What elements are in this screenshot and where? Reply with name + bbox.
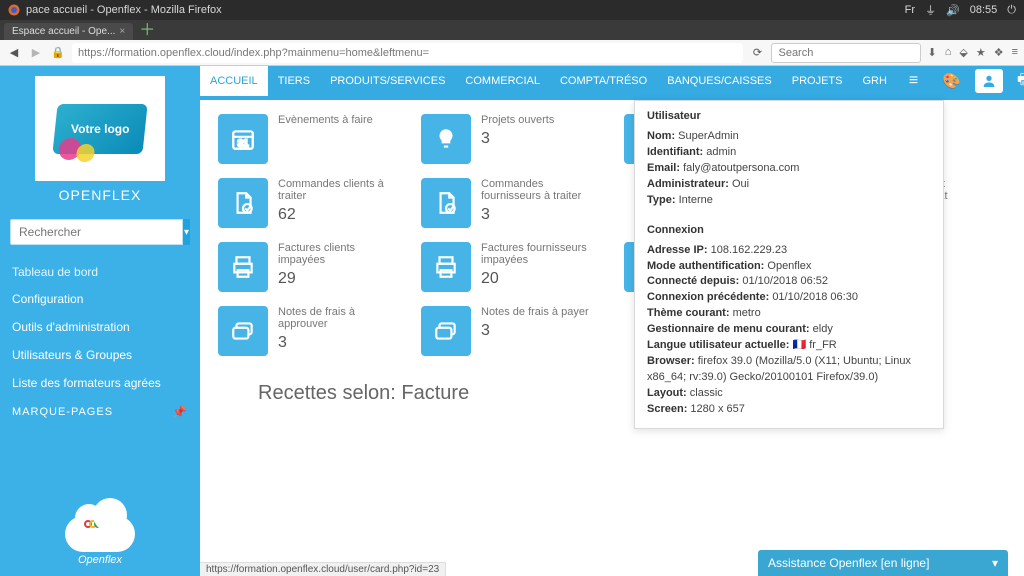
card-value: 20	[481, 270, 600, 288]
sidebar-item-users-groups[interactable]: Utilisateurs & Groupes	[0, 341, 200, 369]
lightbulb-icon	[421, 114, 471, 164]
power-icon[interactable]: ⏻	[1007, 4, 1016, 17]
nav-compta[interactable]: COMPTA/TRÉSO	[550, 66, 657, 96]
card-value: 3	[481, 322, 589, 340]
chevron-down-icon[interactable]: ▾	[992, 556, 998, 570]
assistance-label: Assistance Openflex [en ligne]	[768, 556, 929, 570]
bookmarks-icon[interactable]: ★	[976, 46, 986, 59]
card-label: Factures clients impayées	[278, 242, 397, 266]
dashboard-card[interactable]: Factures clients impayées 29	[218, 242, 397, 292]
brand-name: OPENFLEX	[0, 187, 200, 203]
logo[interactable]: Votre logo	[35, 76, 165, 181]
assistance-bar[interactable]: Assistance Openflex [en ligne] ▾	[758, 550, 1008, 576]
pin-icon[interactable]: 📌	[172, 405, 188, 419]
pocket-icon[interactable]: ⬙	[959, 46, 967, 59]
card-label: Commandes clients à traiter	[278, 178, 397, 202]
home-icon[interactable]: ⌂	[945, 46, 952, 59]
sidebar-section-dashboard[interactable]: Tableau de bord	[0, 259, 200, 285]
print-icon[interactable]: 🖶	[1017, 69, 1024, 94]
popover-user-heading: Utilisateur	[647, 109, 931, 125]
sidebar: Votre logo OPENFLEX ▾ Tableau de bord Co…	[0, 66, 200, 576]
clock: 08:55	[970, 4, 998, 16]
main: ACCUEIL TIERS PRODUITS/SERVICES COMMERCI…	[200, 66, 1024, 576]
new-tab-icon[interactable]: ＋	[139, 16, 155, 40]
bookmarks-label: MARQUE-PAGES	[12, 406, 113, 418]
nav-grh[interactable]: GRH	[852, 66, 896, 96]
topnav: ACCUEIL TIERS PRODUITS/SERVICES COMMERCI…	[200, 66, 1024, 100]
burger-icon[interactable]: ≡	[897, 66, 930, 96]
card-label: Commandes fournisseurs à traiter	[481, 178, 600, 202]
card-label: Projets ouverts	[481, 114, 554, 126]
card-value: 29	[278, 270, 397, 288]
card-value: 62	[278, 206, 397, 224]
card-value: 3	[481, 206, 600, 224]
cloud-label: Openflex	[0, 554, 200, 566]
dashboard-card[interactable]: Projets ouverts 3	[421, 114, 600, 164]
doc-check-icon	[218, 178, 268, 228]
card-label: Notes de frais à approuver	[278, 306, 397, 330]
user-info-popover: Utilisateur Nom: SuperAdmin Identifiant:…	[634, 100, 944, 429]
sidebar-bookmarks-header[interactable]: MARQUE-PAGES 📌	[0, 397, 200, 427]
dashboard-card[interactable]: Factures fournisseurs impayées 20	[421, 242, 600, 292]
browser-search-input[interactable]	[771, 43, 921, 63]
menu-icon[interactable]: ≡	[1012, 46, 1018, 59]
dashboard-card[interactable]: Commandes clients à traiter 62	[218, 178, 397, 228]
nav-projets[interactable]: PROJETS	[782, 66, 853, 96]
download-icon[interactable]: ⬇	[927, 46, 936, 59]
nav-produits[interactable]: PRODUITS/SERVICES	[320, 66, 455, 96]
url-input[interactable]	[72, 43, 743, 63]
toolbar: ◀ ▶ 🔒 ⟳ ⬇ ⌂ ⬙ ★ ❖ ≡	[0, 40, 1024, 66]
addons-icon[interactable]: ❖	[994, 46, 1004, 59]
card-label: Evènements à faire	[278, 114, 373, 126]
nav-banques[interactable]: BANQUES/CAISSES	[657, 66, 782, 96]
back-icon[interactable]: ◀	[6, 45, 22, 61]
lock-icon: 🔒	[50, 45, 66, 61]
wifi-icon[interactable]: ⏚	[925, 2, 936, 18]
reload-icon[interactable]: ⟳	[749, 45, 765, 61]
sidebar-item-configuration[interactable]: Configuration	[0, 285, 200, 313]
chevron-down-icon[interactable]: ▾	[183, 219, 190, 245]
sidebar-search-input[interactable]	[10, 219, 183, 245]
doc-check-icon	[421, 178, 471, 228]
sidebar-search[interactable]: ▾	[10, 219, 190, 245]
notes-icon	[421, 306, 471, 356]
browser-chrome: Espace accueil - Ope... × ＋ ◀ ▶ 🔒 ⟳ ⬇ ⌂ …	[0, 20, 1024, 66]
sound-icon[interactable]: 🔊	[946, 4, 960, 17]
user-button[interactable]	[975, 69, 1003, 93]
app: Votre logo OPENFLEX ▾ Tableau de bord Co…	[0, 66, 1024, 576]
tab-strip: Espace accueil - Ope... × ＋	[0, 20, 1024, 40]
dashboard-card[interactable]: 31 Evènements à faire	[218, 114, 397, 164]
browser-tab[interactable]: Espace accueil - Ope... ×	[4, 23, 133, 40]
dashboard-card[interactable]: Commandes fournisseurs à traiter 3	[421, 178, 600, 228]
card-value: 3	[481, 130, 554, 148]
notes-icon	[218, 306, 268, 356]
svg-text:31: 31	[238, 139, 249, 150]
close-tab-icon[interactable]: ×	[119, 26, 125, 37]
dashboard-card[interactable]: Notes de frais à approuver 3	[218, 306, 397, 356]
card-label: Factures fournisseurs impayées	[481, 242, 600, 266]
forward-icon: ▶	[28, 45, 44, 61]
firefox-icon	[8, 4, 20, 16]
sidebar-item-trainers[interactable]: Liste des formateurs agrées	[0, 369, 200, 397]
card-label: Notes de frais à payer	[481, 306, 589, 318]
palette-icon[interactable]: 🎨	[942, 72, 961, 90]
tab-title: Espace accueil - Ope...	[12, 26, 115, 37]
sidebar-cloud-logo[interactable]: Openflex	[0, 512, 200, 576]
nav-commercial[interactable]: COMMERCIAL	[455, 66, 550, 96]
status-bar-url: https://formation.openflex.cloud/user/ca…	[200, 562, 446, 576]
logo-text: Votre logo	[71, 122, 129, 136]
printer-icon	[218, 242, 268, 292]
window-title: pace accueil - Openflex - Mozilla Firefo…	[26, 4, 222, 16]
nav-tiers[interactable]: TIERS	[268, 66, 320, 96]
sidebar-item-admin-tools[interactable]: Outils d'administration	[0, 313, 200, 341]
nav-accueil[interactable]: ACCUEIL	[200, 66, 268, 96]
dashboard-card[interactable]: Notes de frais à payer 3	[421, 306, 600, 356]
printer-icon	[421, 242, 471, 292]
popover-conn-heading: Connexion	[647, 223, 931, 239]
calendar-icon: 31	[218, 114, 268, 164]
card-value: 3	[278, 334, 397, 352]
lang-indicator[interactable]: Fr	[905, 4, 915, 16]
